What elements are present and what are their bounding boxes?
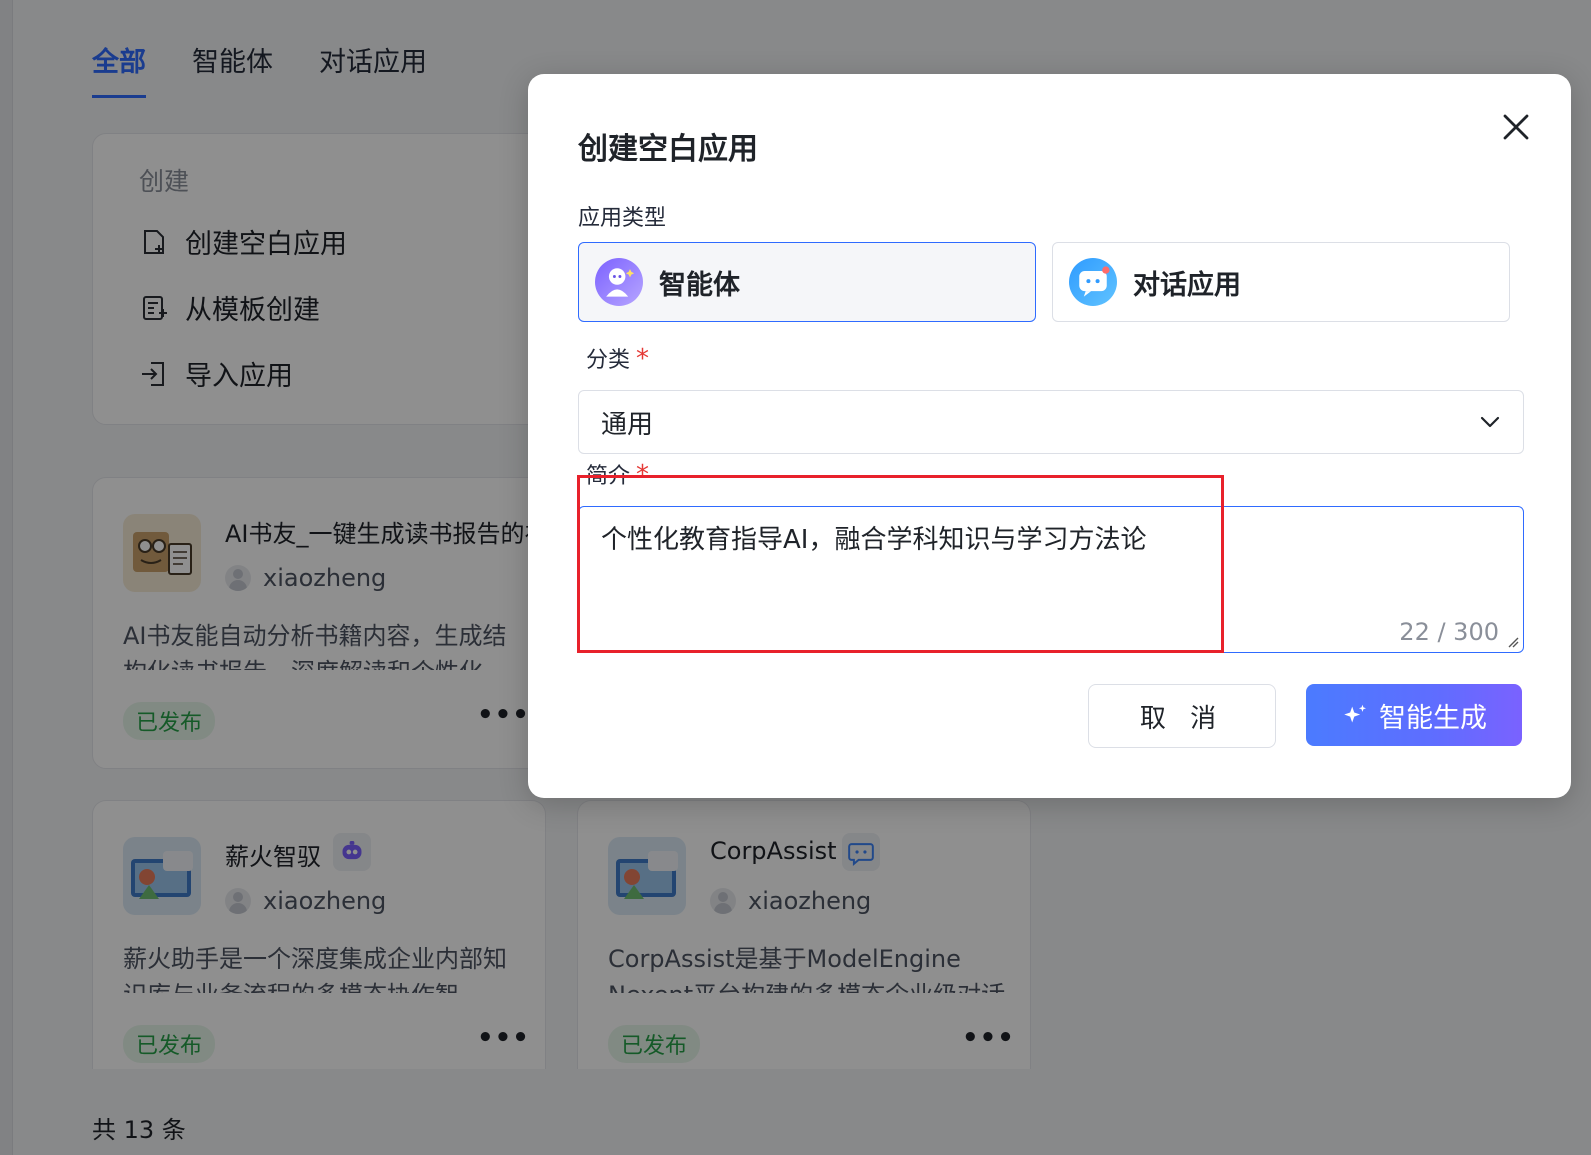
dialog-title: 创建空白应用: [578, 132, 758, 167]
annotation-highlight-box: [577, 475, 1224, 653]
chat-app-icon: [1069, 258, 1117, 306]
chevron-down-icon: [1480, 416, 1500, 428]
character-counter: 22 / 300: [1399, 618, 1499, 646]
type-option-chat-app-label: 对话应用: [1133, 269, 1241, 301]
app-type-label: 应用类型: [578, 206, 667, 231]
category-select-value: 通用: [601, 409, 654, 440]
category-label: 分类 *: [586, 342, 649, 374]
category-label-text: 分类: [586, 348, 631, 373]
smart-generate-label: 智能生成: [1379, 702, 1487, 734]
category-select[interactable]: 通用: [578, 390, 1524, 454]
required-mark: *: [636, 344, 650, 374]
smart-generate-button[interactable]: 智能生成: [1306, 684, 1522, 746]
cancel-button[interactable]: 取 消: [1088, 684, 1276, 748]
type-option-chat-app[interactable]: 对话应用: [1052, 242, 1510, 322]
sparkle-icon: [1344, 704, 1367, 723]
close-icon[interactable]: [1499, 110, 1533, 144]
type-option-agent[interactable]: 智能体: [578, 242, 1036, 322]
type-option-agent-label: 智能体: [659, 269, 740, 301]
resize-handle-icon[interactable]: [1507, 636, 1519, 648]
create-blank-app-dialog: 创建空白应用 应用类型 智能体 对话应用 分类 * 通用 简介 * 个性化教育指导A…: [528, 74, 1571, 798]
agent-avatar-icon: [595, 258, 643, 306]
